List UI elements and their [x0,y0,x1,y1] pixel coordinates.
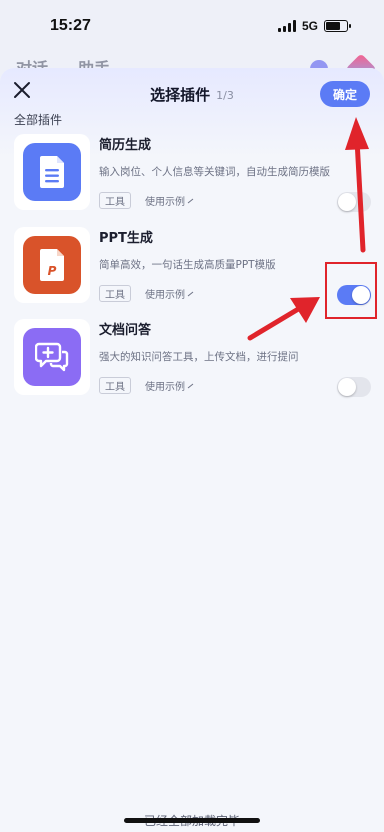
close-icon[interactable] [12,80,32,100]
plugin-toggle-resume[interactable] [337,192,371,212]
usage-example-link[interactable]: 使用示例 [145,377,195,394]
plugin-name: 简历生成 [99,138,152,153]
plugin-description: 简单高效，一句话生成高质量PPT模版 [99,259,276,271]
plugin-item-resume[interactable]: 简历生成 输入岗位、个人信息等关键词，自动生成简历模版 工具 使用示例 [0,134,384,222]
annotation-highlight-box [325,262,377,319]
plugin-name: 文档问答 [99,323,152,338]
chevron-icon [187,198,194,203]
usage-example-link[interactable]: 使用示例 [145,192,195,209]
usage-example-label: 使用示例 [145,290,185,301]
plugin-description: 输入岗位、个人信息等关键词，自动生成简历模版 [99,166,330,178]
network-type: 5G [301,19,318,33]
signal-icon [277,20,296,32]
section-label: 全部插件 [14,113,63,127]
usage-example-label: 使用示例 [145,382,185,393]
plugin-tag: 工具 [99,377,131,394]
plugin-selection-sheet: 选择插件 1/3 确定 全部插件 简历生成 输入岗位、个人信息等关键词，自动生成… [0,68,384,832]
plugin-icon-container [14,134,90,210]
document-icon [23,143,81,201]
ppt-file-icon: P [23,236,81,294]
sheet-title: 选择插件 [150,85,211,104]
chevron-icon [187,383,194,388]
plugin-description: 强大的知识问答工具，上传文档，进行提问 [99,351,299,363]
plugin-tag: 工具 [99,192,131,209]
chevron-icon [187,291,194,296]
usage-example-link[interactable]: 使用示例 [145,285,195,302]
plugin-toggle-doc-qa[interactable] [337,377,371,397]
home-indicator[interactable] [124,818,260,823]
plugin-name: PPT生成 [99,231,153,246]
plugin-icon-container: P [14,227,90,303]
plugin-item-doc-qa[interactable]: 文档问答 强大的知识问答工具，上传文档，进行提问 工具 使用示例 [0,319,384,407]
status-indicators: 5G [277,19,351,33]
chat-plus-icon [23,328,81,386]
svg-text:P: P [48,264,57,278]
plugin-tag: 工具 [99,285,131,302]
usage-example-label: 使用示例 [145,197,185,208]
status-time: 15:27 [50,17,91,34]
status-bar: 15:27 5G [0,0,384,52]
plugin-icon-container [14,319,90,395]
confirm-button[interactable]: 确定 [320,81,370,107]
battery-icon [324,20,351,32]
page-indicator: 1/3 [216,89,234,102]
